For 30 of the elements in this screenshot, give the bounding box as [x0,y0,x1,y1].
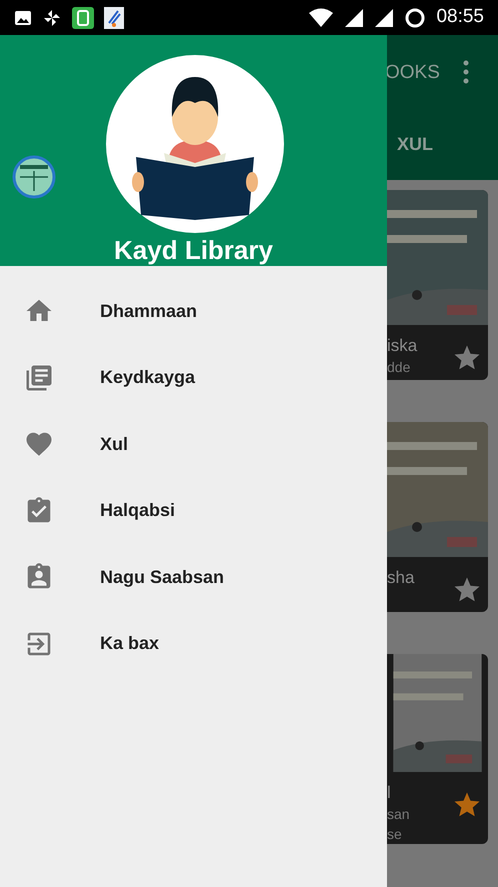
drawer-item[interactable]: Dhammaan [0,278,387,344]
drawer-item[interactable]: Halqabsi [0,478,387,544]
drawer-item[interactable]: Xul [0,411,387,478]
book-card[interactable]: l san se [387,654,488,844]
book-card[interactable]: sha [387,422,488,612]
book-title: iska [387,335,418,357]
app-bar-title: OOKS [385,61,440,85]
library-icon [24,362,54,393]
drawer-item[interactable]: Ka bax [0,610,387,677]
wifi-icon [308,8,334,28]
image-icon [14,10,32,26]
book-card[interactable]: iska dde [387,190,488,380]
drawer-item[interactable]: Nagu Saabsan [0,544,387,610]
drawer-item[interactable]: Keydkayga [0,344,387,411]
profile-thumbnail-icon[interactable] [12,155,56,199]
book-author: san [387,805,410,824]
loading-icon [404,6,426,28]
drawer-title: Kayd Library [113,234,274,267]
pinwheel-icon [42,8,62,28]
clock: 08:55 [436,5,484,30]
signal-icon [374,8,394,28]
book-title: sha [387,567,414,589]
book-author: se [387,825,402,844]
tab[interactable]: XUL [397,134,433,154]
signal-icon [344,8,364,28]
app-icon [104,6,124,28]
book-author: dde [387,358,410,377]
book-title: l [387,782,391,804]
more-icon[interactable] [463,60,469,84]
app-icon [72,6,94,28]
